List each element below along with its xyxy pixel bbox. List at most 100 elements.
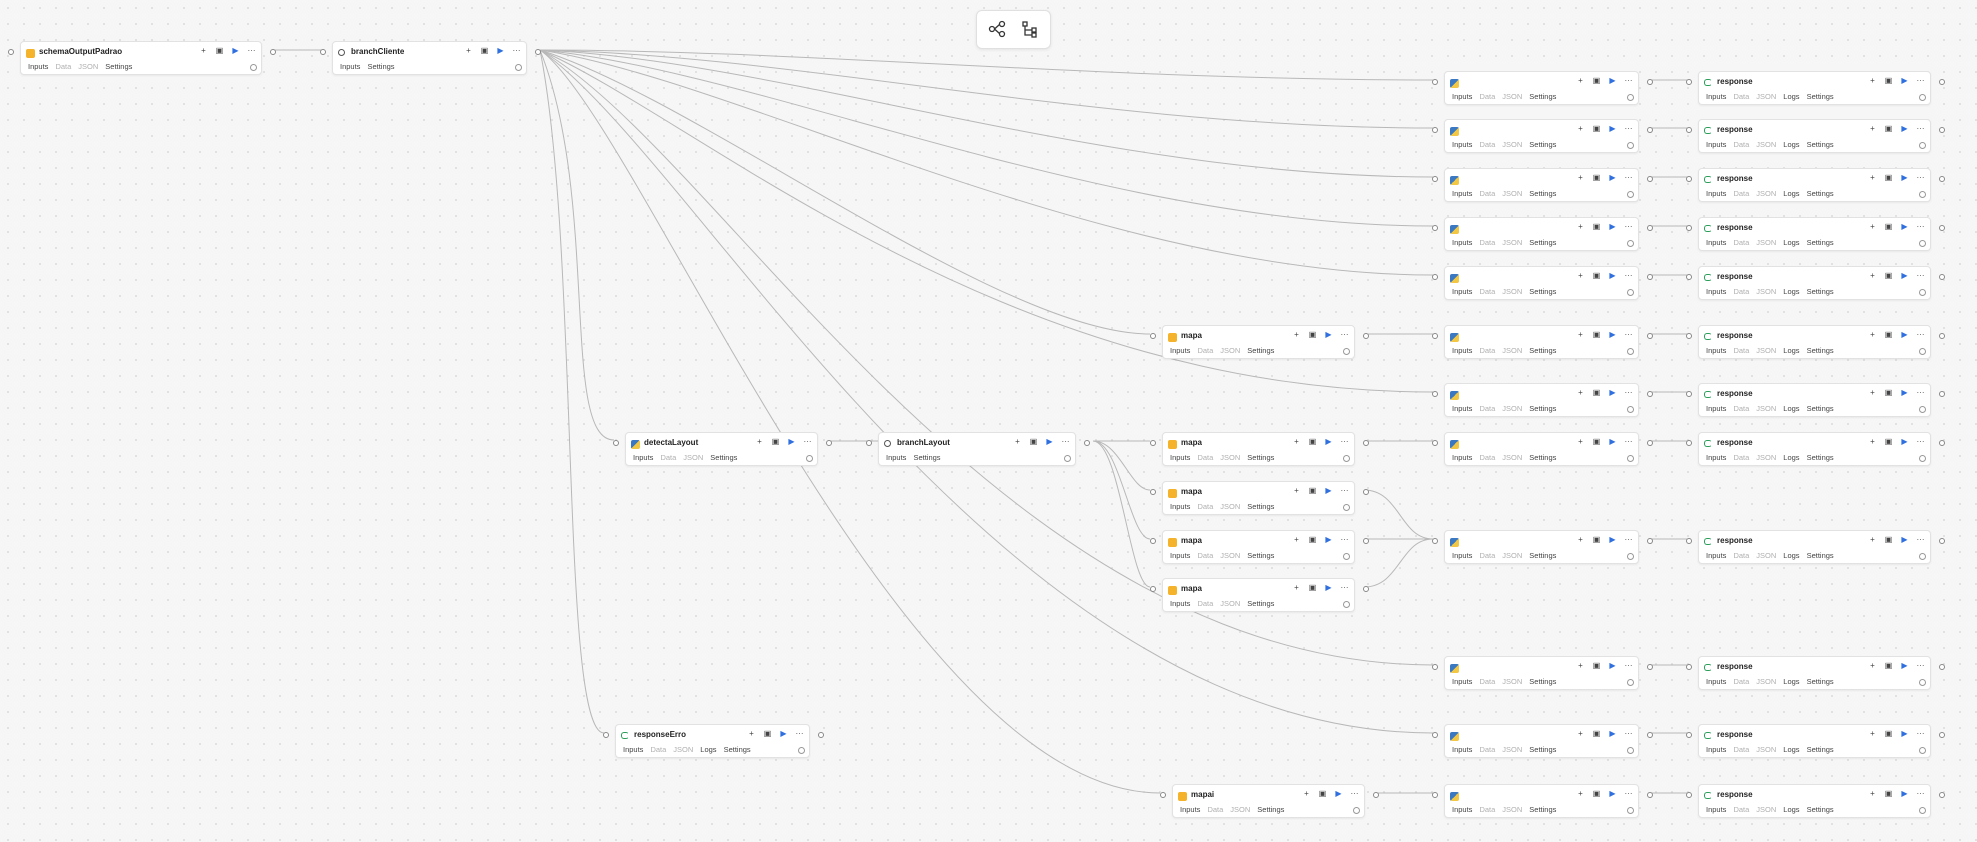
tab-data[interactable]: Data: [1733, 805, 1749, 814]
tab-logs[interactable]: Logs: [1783, 238, 1799, 247]
play-icon[interactable]: ▶: [786, 437, 797, 447]
copy-icon[interactable]: ▣: [1883, 661, 1894, 671]
input-port[interactable]: [603, 732, 609, 738]
tab-json[interactable]: JSON: [1502, 551, 1522, 560]
play-icon[interactable]: ▶: [1607, 789, 1618, 799]
tab-data[interactable]: Data: [1197, 502, 1213, 511]
tab-json[interactable]: JSON: [1230, 805, 1250, 814]
input-port[interactable]: [1432, 79, 1438, 85]
copy-icon[interactable]: ▣: [1591, 661, 1602, 671]
workflow-node[interactable]: + ▣ ▶ ··· Inputs Data JSON Settings: [1444, 383, 1639, 417]
tree-layout-icon[interactable]: [1021, 20, 1039, 38]
add-icon[interactable]: +: [1575, 437, 1586, 447]
input-port[interactable]: [1432, 538, 1438, 544]
play-icon[interactable]: ▶: [1607, 437, 1618, 447]
output-port[interactable]: [1084, 440, 1090, 446]
output-port[interactable]: [1373, 792, 1379, 798]
tab-json[interactable]: JSON: [1502, 677, 1522, 686]
copy-icon[interactable]: ▣: [1883, 388, 1894, 398]
input-port[interactable]: [1686, 79, 1692, 85]
more-icon[interactable]: ···: [1915, 124, 1926, 134]
tab-data[interactable]: Data: [1479, 346, 1495, 355]
workflow-node[interactable]: branchLayout + ▣ ▶ ··· Inputs Settings: [878, 432, 1076, 466]
output-port[interactable]: [1647, 664, 1653, 670]
tab-inputs[interactable]: Inputs: [1452, 453, 1472, 462]
workflow-node[interactable]: mapa + ▣ ▶ ··· Inputs Data JSON Settings: [1162, 530, 1355, 564]
tab-json[interactable]: JSON: [1220, 551, 1240, 560]
tab-inputs[interactable]: Inputs: [1170, 599, 1190, 608]
output-port[interactable]: [1939, 732, 1945, 738]
copy-icon[interactable]: ▣: [1591, 173, 1602, 183]
play-icon[interactable]: ▶: [1607, 222, 1618, 232]
input-port[interactable]: [1686, 664, 1692, 670]
workflow-node[interactable]: schemaOutputPadrao + ▣ ▶ ··· Inputs Data JSON Se…: [20, 41, 262, 75]
tab-inputs[interactable]: Inputs: [1706, 805, 1726, 814]
input-port[interactable]: [1432, 274, 1438, 280]
tab-data[interactable]: Data: [1479, 805, 1495, 814]
more-icon[interactable]: ···: [1915, 729, 1926, 739]
output-port[interactable]: [1939, 792, 1945, 798]
input-port[interactable]: [1432, 176, 1438, 182]
input-port[interactable]: [1432, 333, 1438, 339]
tab-inputs[interactable]: Inputs: [1706, 287, 1726, 296]
tab-inputs[interactable]: Inputs: [1452, 745, 1472, 754]
workflow-node[interactable]: + ▣ ▶ ··· Inputs Data JSON Settings: [1444, 784, 1639, 818]
tab-settings[interactable]: Settings: [1807, 189, 1834, 198]
tab-settings[interactable]: Settings: [367, 62, 394, 71]
workflow-node[interactable]: branchCliente + ▣ ▶ ··· Inputs Settings: [332, 41, 527, 75]
input-port[interactable]: [1150, 538, 1156, 544]
input-port[interactable]: [1150, 586, 1156, 592]
tab-json[interactable]: JSON: [78, 62, 98, 71]
play-icon[interactable]: ▶: [1607, 76, 1618, 86]
output-port[interactable]: [1363, 538, 1369, 544]
workflow-node[interactable]: mapai + ▣ ▶ ··· Inputs Data JSON Settings: [1172, 784, 1365, 818]
copy-icon[interactable]: ▣: [1591, 330, 1602, 340]
workflow-node[interactable]: response + ▣ ▶ ··· Inputs Data JSON Logs Settings: [1698, 266, 1931, 300]
tab-data[interactable]: Data: [1733, 238, 1749, 247]
add-icon[interactable]: +: [1867, 173, 1878, 183]
workflow-node[interactable]: mapa + ▣ ▶ ··· Inputs Data JSON Settings: [1162, 432, 1355, 466]
play-icon[interactable]: ▶: [1607, 535, 1618, 545]
workflow-node[interactable]: response + ▣ ▶ ··· Inputs Data JSON Logs Settings: [1698, 119, 1931, 153]
copy-icon[interactable]: ▣: [770, 437, 781, 447]
add-icon[interactable]: +: [1575, 124, 1586, 134]
input-port[interactable]: [1686, 792, 1692, 798]
tab-settings[interactable]: Settings: [1529, 238, 1556, 247]
tab-json[interactable]: JSON: [1502, 140, 1522, 149]
copy-icon[interactable]: ▣: [1307, 583, 1318, 593]
play-icon[interactable]: ▶: [1899, 124, 1910, 134]
tab-settings[interactable]: Settings: [1247, 346, 1274, 355]
tab-data[interactable]: Data: [1207, 805, 1223, 814]
more-icon[interactable]: ···: [1915, 535, 1926, 545]
tab-inputs[interactable]: Inputs: [1706, 238, 1726, 247]
tab-inputs[interactable]: Inputs: [1706, 346, 1726, 355]
tab-data[interactable]: Data: [660, 453, 676, 462]
tab-settings[interactable]: Settings: [1529, 745, 1556, 754]
input-port[interactable]: [1160, 792, 1166, 798]
tab-settings[interactable]: Settings: [1529, 453, 1556, 462]
tab-logs[interactable]: Logs: [1783, 404, 1799, 413]
add-icon[interactable]: +: [1575, 535, 1586, 545]
tab-inputs[interactable]: Inputs: [1452, 238, 1472, 247]
tab-inputs[interactable]: Inputs: [1170, 453, 1190, 462]
workflow-node[interactable]: mapa + ▣ ▶ ··· Inputs Data JSON Settings: [1162, 578, 1355, 612]
tab-inputs[interactable]: Inputs: [1452, 189, 1472, 198]
play-icon[interactable]: ▶: [1607, 661, 1618, 671]
workflow-node[interactable]: + ▣ ▶ ··· Inputs Data JSON Settings: [1444, 71, 1639, 105]
play-icon[interactable]: ▶: [1899, 789, 1910, 799]
tab-settings[interactable]: Settings: [1529, 404, 1556, 413]
play-icon[interactable]: ▶: [1899, 535, 1910, 545]
tab-data[interactable]: Data: [1479, 140, 1495, 149]
more-icon[interactable]: ···: [794, 729, 805, 739]
output-port[interactable]: [270, 49, 276, 55]
tab-settings[interactable]: Settings: [1247, 599, 1274, 608]
tab-logs[interactable]: Logs: [1783, 140, 1799, 149]
workflow-node[interactable]: response + ▣ ▶ ··· Inputs Data JSON Logs Settings: [1698, 168, 1931, 202]
tab-settings[interactable]: Settings: [1807, 287, 1834, 296]
more-icon[interactable]: ···: [1623, 437, 1634, 447]
tab-inputs[interactable]: Inputs: [1452, 805, 1472, 814]
output-port[interactable]: [535, 49, 541, 55]
tab-inputs[interactable]: Inputs: [1706, 92, 1726, 101]
tab-inputs[interactable]: Inputs: [28, 62, 48, 71]
play-icon[interactable]: ▶: [1607, 173, 1618, 183]
